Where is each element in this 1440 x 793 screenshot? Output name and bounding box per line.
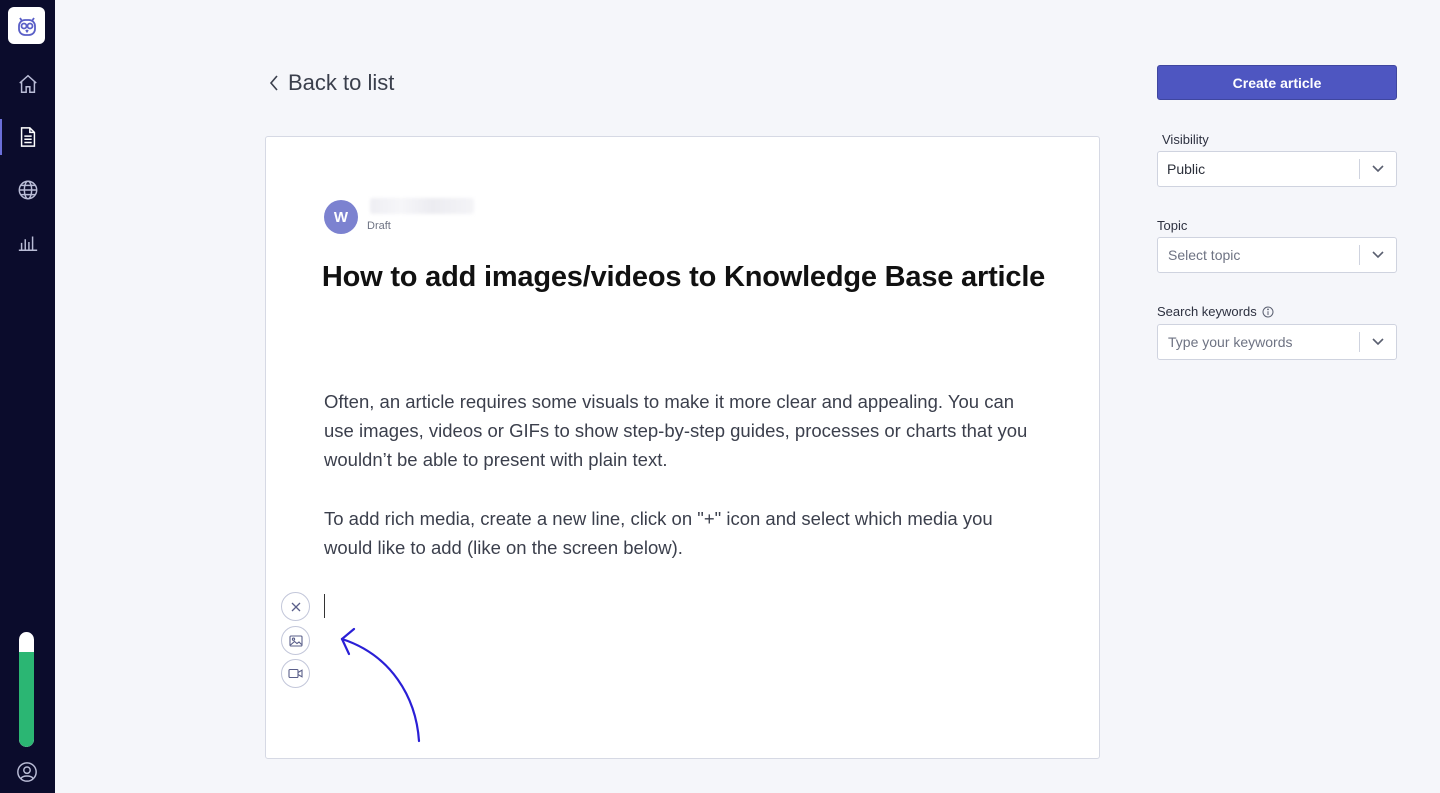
close-media-menu-button[interactable] [281, 592, 310, 621]
insert-video-button[interactable] [281, 659, 310, 688]
topic-label-text: Topic [1157, 218, 1188, 233]
keywords-label: Search keywords [1157, 304, 1274, 319]
author-avatar: W [324, 200, 358, 234]
nav-home[interactable] [0, 64, 55, 104]
visibility-dropdown-toggle[interactable] [1360, 152, 1396, 186]
owl-logo-icon [17, 17, 36, 36]
topic-dropdown-toggle[interactable] [1360, 238, 1396, 272]
user-profile-button[interactable] [14, 759, 40, 785]
visibility-label-text: Visibility [1162, 132, 1209, 147]
visibility-select[interactable]: Public [1157, 151, 1397, 187]
image-icon [288, 634, 303, 647]
back-label: Back to list [288, 70, 395, 95]
sidebar [0, 0, 55, 793]
user-icon [17, 762, 37, 782]
nav-globe[interactable] [0, 170, 55, 210]
back-to-list-link[interactable]: Back to list [268, 68, 394, 98]
create-article-button[interactable]: Create article [1157, 65, 1397, 100]
insert-image-button[interactable] [281, 626, 310, 655]
keywords-placeholder: Type your keywords [1168, 334, 1293, 350]
document-icon [20, 127, 35, 147]
article-title[interactable]: How to add images/videos to Knowledge Ba… [306, 261, 1061, 294]
home-icon [18, 74, 37, 93]
author-name-redacted [370, 198, 474, 214]
article-paragraph[interactable]: To add rich media, create a new line, cl… [324, 504, 1044, 562]
close-icon [291, 602, 300, 611]
usage-level-fill [19, 651, 34, 747]
visibility-value: Public [1167, 161, 1206, 177]
video-icon [288, 668, 303, 679]
chevron-down-icon [1372, 165, 1384, 173]
nav-reports[interactable] [0, 222, 55, 262]
globe-icon [18, 180, 37, 200]
info-icon[interactable] [1262, 306, 1274, 318]
keywords-select[interactable]: Type your keywords [1157, 324, 1397, 360]
chevron-left-icon [269, 75, 278, 91]
article-status: Draft [367, 220, 391, 232]
chevron-down-icon [1372, 251, 1384, 259]
topic-select[interactable]: Select topic [1157, 237, 1397, 273]
visibility-label: Visibility [1162, 132, 1209, 147]
bar-chart-icon [18, 236, 37, 251]
chevron-down-icon [1372, 338, 1384, 346]
article-paragraph[interactable]: Often, an article requires some visuals … [324, 387, 1044, 474]
annotation-arrow [340, 627, 421, 743]
topic-placeholder: Select topic [1168, 247, 1241, 263]
keywords-dropdown-toggle[interactable] [1360, 325, 1396, 359]
usage-level-indicator [19, 632, 34, 747]
article-editor: W Draft How to add images/videos to Know… [265, 136, 1100, 759]
keywords-label-text: Search keywords [1157, 304, 1257, 319]
app-logo[interactable] [8, 7, 45, 44]
nav-articles[interactable] [0, 117, 55, 157]
topic-label: Topic [1157, 218, 1187, 233]
text-cursor [324, 594, 325, 618]
